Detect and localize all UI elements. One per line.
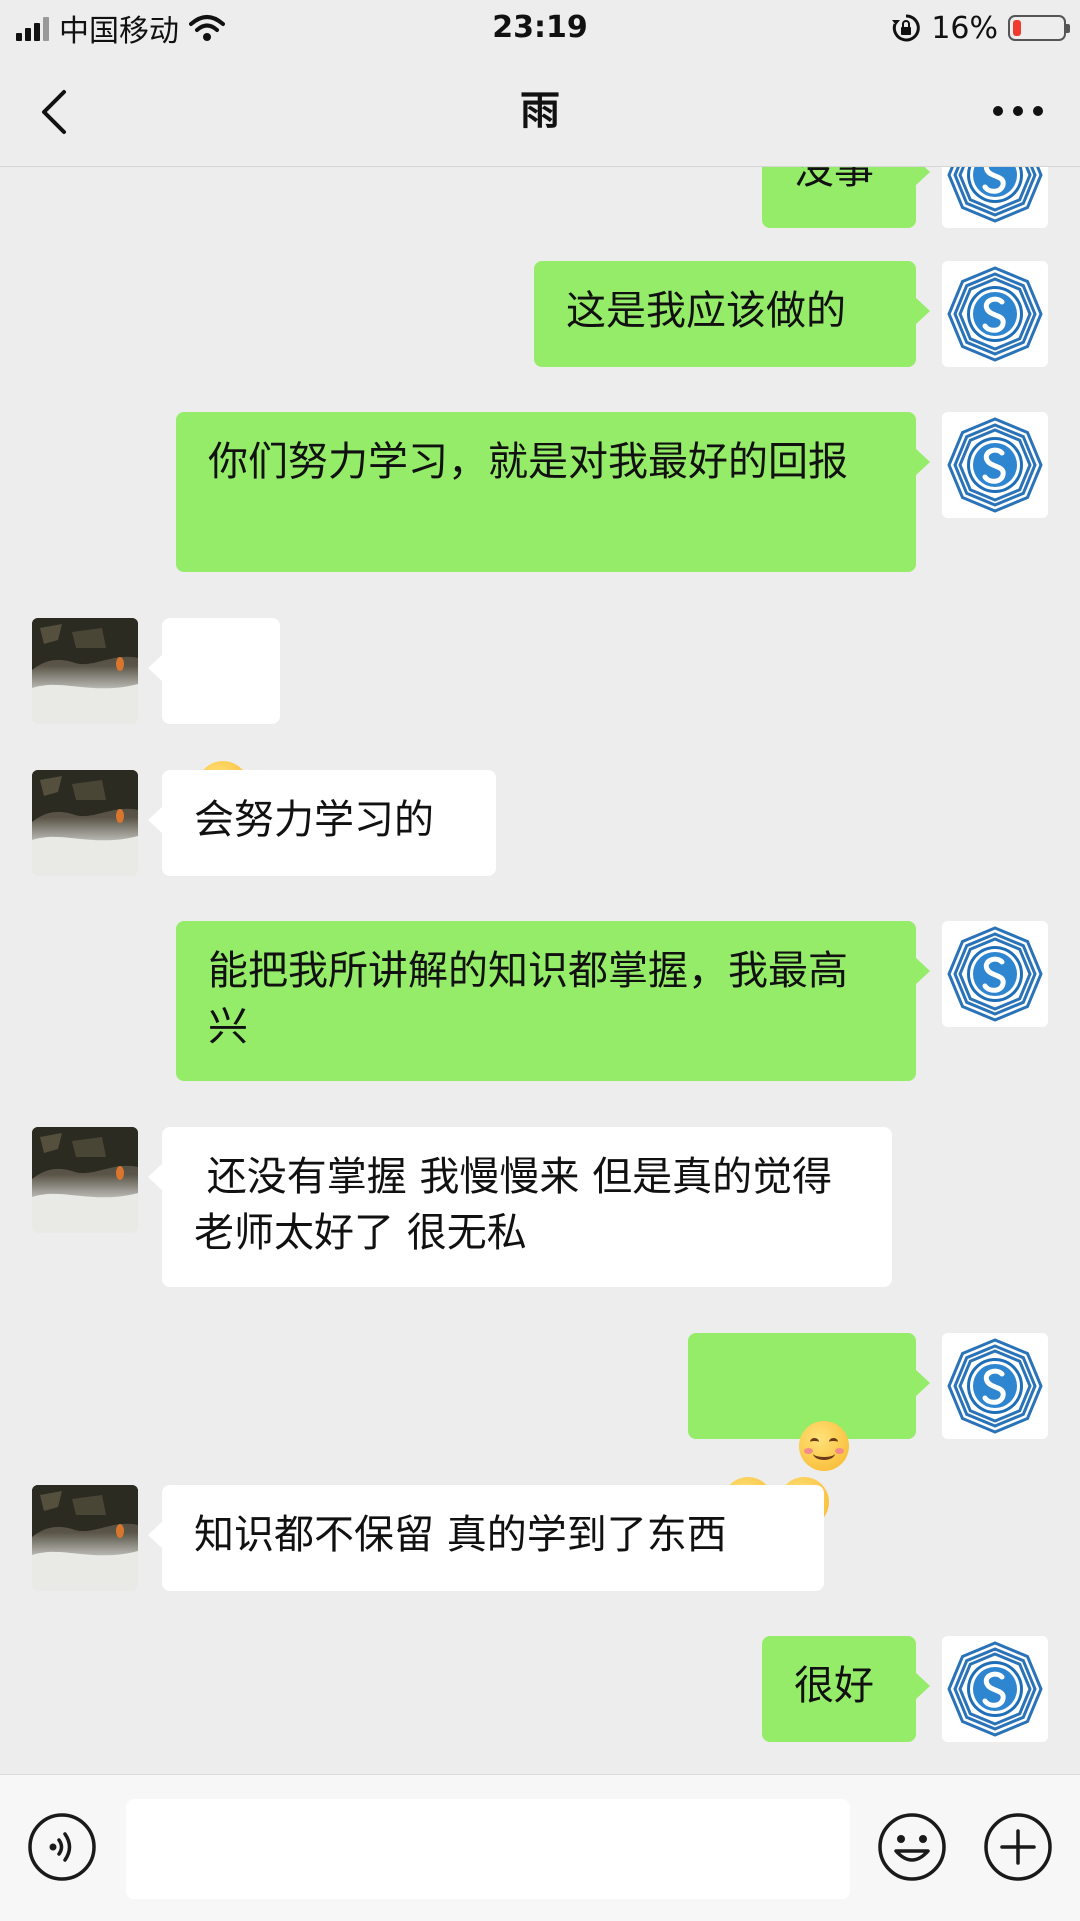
my-avatar[interactable] [942,412,1048,518]
message-input[interactable] [126,1799,850,1899]
message-text: 很好 [794,1663,874,1709]
message-bubble[interactable]: 这是我应该做的 [534,261,930,367]
contact-avatar[interactable] [32,1485,138,1591]
chat-title: 雨 [520,88,560,134]
contact-avatar[interactable] [32,1127,138,1233]
message-text: 能把我所讲解的知识都掌握，我最高兴 [208,948,848,1050]
message-text: 没事 [794,167,874,193]
message-bubble[interactable]: 能把我所讲解的知识都掌握，我最高兴 [176,921,930,1081]
message-text: 这是我应该做的 [566,288,846,334]
message-bubble[interactable] [148,618,280,813]
contact-avatar[interactable] [32,770,138,876]
rotation-lock-icon [892,14,921,42]
input-bar [0,1774,1080,1921]
message-bubble[interactable]: 没事 [762,167,930,228]
my-avatar[interactable] [942,1333,1048,1439]
emoji-icon[interactable] [876,1811,948,1883]
status-right: 16% [891,8,1070,48]
status-bar: 中国移动 23:19 16% [0,0,1080,56]
smiling-face-icon [799,1421,850,1471]
message-bubble[interactable]: 很好 [762,1636,930,1742]
message-self: 没事 [0,167,1080,228]
my-avatar[interactable] [942,167,1048,228]
message-text: 你们努力学习，就是对我最好的回报 [208,439,848,485]
message-bubble[interactable] [688,1333,930,1527]
my-avatar[interactable] [942,1636,1048,1742]
my-avatar[interactable] [942,261,1048,367]
more-dots-icon[interactable] [986,86,1050,136]
message-text: 会努力学习的 [194,797,434,843]
contact-avatar[interactable] [32,618,138,724]
my-avatar[interactable] [942,921,1048,1027]
battery-percent: 16% [931,10,998,46]
message-bubble[interactable]: 知识都不保留 真的学到了东西 [148,1485,824,1591]
voice-icon[interactable] [26,1811,98,1883]
battery-icon [1008,15,1070,41]
message-bubble[interactable]: 你们努力学习，就是对我最好的回报 [176,412,930,572]
nav-bar: 雨 [0,56,1080,167]
chat-messages[interactable]: 没事 这是我应该做的 你们努力学习，就是对我最好的回报 会努力学习的 能把我所讲… [0,167,1080,1773]
message-text: 还没有掌握 我慢慢来 但是真的觉得老师太好了 很无私 [194,1154,833,1256]
message-bubble[interactable]: 会努力学习的 [148,770,496,876]
plus-icon[interactable] [982,1811,1054,1883]
message-bubble[interactable]: 还没有掌握 我慢慢来 但是真的觉得老师太好了 很无私 [148,1127,892,1287]
message-text: 知识都不保留 真的学到了东西 [194,1512,727,1558]
